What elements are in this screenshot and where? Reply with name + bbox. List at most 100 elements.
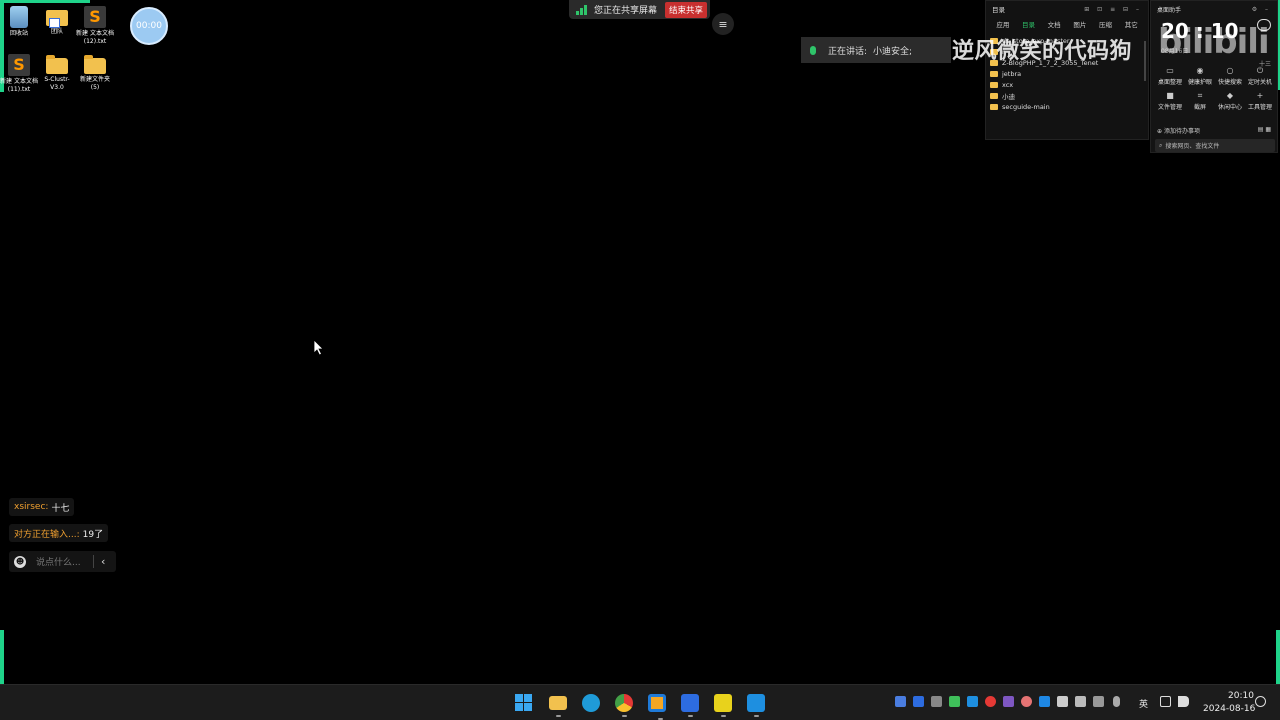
- tab-archives[interactable]: 压缩: [1093, 19, 1119, 29]
- mouse-cursor-icon: [313, 339, 324, 356]
- desktop-icon-label: 新建 文本文档 (12).txt: [76, 30, 114, 45]
- input-language[interactable]: 英: [1139, 697, 1148, 710]
- microphone-icon[interactable]: [1113, 696, 1120, 707]
- taskbar-date[interactable]: 2024-08-16: [1203, 704, 1255, 714]
- add-todo[interactable]: ⊕ 添加待办事项: [1157, 126, 1200, 135]
- list-item[interactable]: 小迪: [990, 90, 1144, 101]
- power-icon: ⏻: [1256, 66, 1264, 75]
- screen: 回收站 团队 新建 文本文档 (12).txt 新建 文本文档 (11).txt…: [0, 0, 1280, 720]
- tray-app-icon[interactable]: [1039, 696, 1050, 707]
- tab-documents[interactable]: 文档: [1041, 19, 1067, 29]
- chat-user: xsirsec:: [14, 502, 49, 512]
- tool-grid: ▭ 桌面整理 ◉ 健康护眼 ○ 快捷搜索 ⏻ 定时关机 ■ 文件管理 ⌗ 截屏 ◆ 休闲中心 …: [1155, 66, 1275, 112]
- floating-timer[interactable]: 00:00: [130, 7, 168, 45]
- speaking-label: 正在讲话:: [828, 46, 868, 57]
- folder-shortcut-icon: [46, 10, 68, 28]
- start-button[interactable]: [515, 694, 533, 712]
- tool-label: 休闲中心: [1217, 104, 1242, 111]
- tool-label: 快捷搜索: [1217, 79, 1242, 86]
- todo-view-icons[interactable]: ▤ ▦: [1258, 126, 1271, 135]
- volume-icon[interactable]: [1178, 696, 1189, 707]
- chat-input[interactable]: ☻ 说点什么... ‹: [9, 551, 116, 572]
- tab-directory[interactable]: 目录: [1016, 19, 1042, 29]
- tool-desktop-organize[interactable]: ▭ 桌面整理: [1155, 67, 1185, 87]
- panel-controls[interactable]: ⊞ ⊡ ≡ ⊟ –: [1084, 6, 1142, 13]
- directory-panel-title: 目录: [992, 6, 1005, 14]
- end-share-button[interactable]: 结束共享: [665, 1, 708, 18]
- list-item[interactable]: xcx: [990, 79, 1144, 90]
- app-icon[interactable]: [681, 694, 699, 717]
- folder-icon: [990, 92, 998, 99]
- edge-browser-icon[interactable]: [582, 694, 600, 712]
- chrome-icon[interactable]: [615, 694, 633, 717]
- tray-app-icon[interactable]: [1075, 696, 1086, 707]
- tray-app-icon[interactable]: [967, 696, 978, 707]
- folder-name: jetbra: [1002, 69, 1022, 78]
- folder-icon: [990, 70, 998, 77]
- tool-quick-search[interactable]: ○ 快捷搜索: [1215, 67, 1245, 87]
- chat-text: 十七: [51, 503, 70, 514]
- scrollbar[interactable]: [1144, 41, 1146, 81]
- screen-share-bar: 您正在共享屏幕 结束共享: [569, 0, 710, 19]
- chat-user: 对方正在输入...:: [14, 529, 80, 540]
- desktop-icon-label: 新建文件夹 (5): [79, 76, 110, 91]
- speaker-name: 小迪安全;: [873, 46, 913, 57]
- list-item[interactable]: secguide-main: [990, 101, 1144, 112]
- emoji-icon[interactable]: ☻: [14, 555, 26, 568]
- tray-app-icon[interactable]: [1003, 696, 1014, 707]
- tool-eye-care[interactable]: ◉ 健康护眼: [1185, 66, 1215, 87]
- assistant-search-input[interactable]: ⌕ 搜索网页、查找文件: [1155, 139, 1275, 152]
- share-status: 您正在共享屏幕: [594, 6, 658, 16]
- network-icon[interactable]: [1160, 696, 1171, 707]
- windows-icon: [515, 694, 532, 711]
- tray-app-icon[interactable]: [913, 696, 924, 707]
- tool-label: 健康护眼: [1187, 79, 1212, 86]
- file-explorer-icon[interactable]: [549, 696, 567, 717]
- panel-controls[interactable]: ⚙ –: [1252, 6, 1271, 13]
- chat-message: xsirsec: 十七: [9, 498, 75, 516]
- tool-leisure-center[interactable]: ◆ 休闲中心: [1215, 91, 1245, 112]
- eye-care-icon: ◉: [1196, 66, 1204, 75]
- security-icon[interactable]: [895, 696, 906, 707]
- desktop-icon-recycle-bin[interactable]: 回收站: [0, 6, 38, 38]
- folder-icon: [84, 55, 106, 74]
- chat-message: 对方正在输入...: 19了: [9, 524, 109, 542]
- uploader-watermark: 逆风微笑的代码狗: [952, 39, 1133, 64]
- desktop-icon-label: S-Clustr-V3.0: [44, 76, 70, 91]
- tray-app-icon[interactable]: [949, 696, 960, 707]
- desktop-icon-text-file-12[interactable]: 新建 文本文档 (12).txt: [76, 6, 114, 46]
- battery-icon[interactable]: [1093, 696, 1104, 707]
- tool-label: 截屏: [1193, 104, 1206, 111]
- desktop-icon-new-folder-5[interactable]: 新建文件夹 (5): [76, 54, 114, 92]
- microphone-icon: [810, 45, 816, 55]
- folder-name: 小迪: [1002, 92, 1015, 101]
- vm-app-icon[interactable]: [648, 694, 666, 720]
- burp-icon[interactable]: [714, 694, 732, 717]
- tool-file-manager[interactable]: ■ 文件管理: [1155, 92, 1185, 112]
- tool-manager[interactable]: + 工具管理: [1245, 92, 1275, 112]
- frame-edge-top-left: [0, 0, 90, 3]
- tray-app-icon[interactable]: [931, 696, 942, 707]
- notification-icon[interactable]: [1255, 696, 1266, 707]
- todo-row[interactable]: ⊕ 添加待办事项 ▤ ▦: [1157, 126, 1271, 135]
- folder-icon: [990, 103, 998, 110]
- chrome-tray-icon[interactable]: [985, 696, 996, 707]
- desktop-icon-team[interactable]: 团队: [38, 6, 76, 36]
- list-item[interactable]: jetbra: [990, 68, 1144, 79]
- taskbar-time[interactable]: 20:10: [1228, 691, 1254, 701]
- chat-text: 19了: [82, 529, 104, 540]
- meeting-app-icon[interactable]: [747, 694, 765, 717]
- layers-icon[interactable]: ≡: [712, 13, 734, 35]
- tab-apps[interactable]: 应用: [990, 19, 1016, 29]
- sublime-text-icon: [8, 54, 30, 76]
- tab-other[interactable]: 其它: [1118, 19, 1144, 29]
- tab-images[interactable]: 图片: [1067, 19, 1093, 29]
- collapse-chevron-icon[interactable]: ‹: [101, 555, 105, 568]
- tray-app-icon[interactable]: [1057, 696, 1068, 707]
- tray-app-icon[interactable]: [1021, 696, 1032, 707]
- desktop-icon-s-clustr[interactable]: S-Clustr-V3.0: [38, 54, 76, 92]
- desktop-icon-text-file-11[interactable]: 新建 文本文档 (11).txt: [0, 54, 38, 94]
- tool-screenshot[interactable]: ⌗ 截屏: [1185, 92, 1215, 112]
- game-icon: ◆: [1226, 91, 1234, 100]
- tool-shutdown-timer[interactable]: ⏻ 定时关机: [1245, 66, 1275, 87]
